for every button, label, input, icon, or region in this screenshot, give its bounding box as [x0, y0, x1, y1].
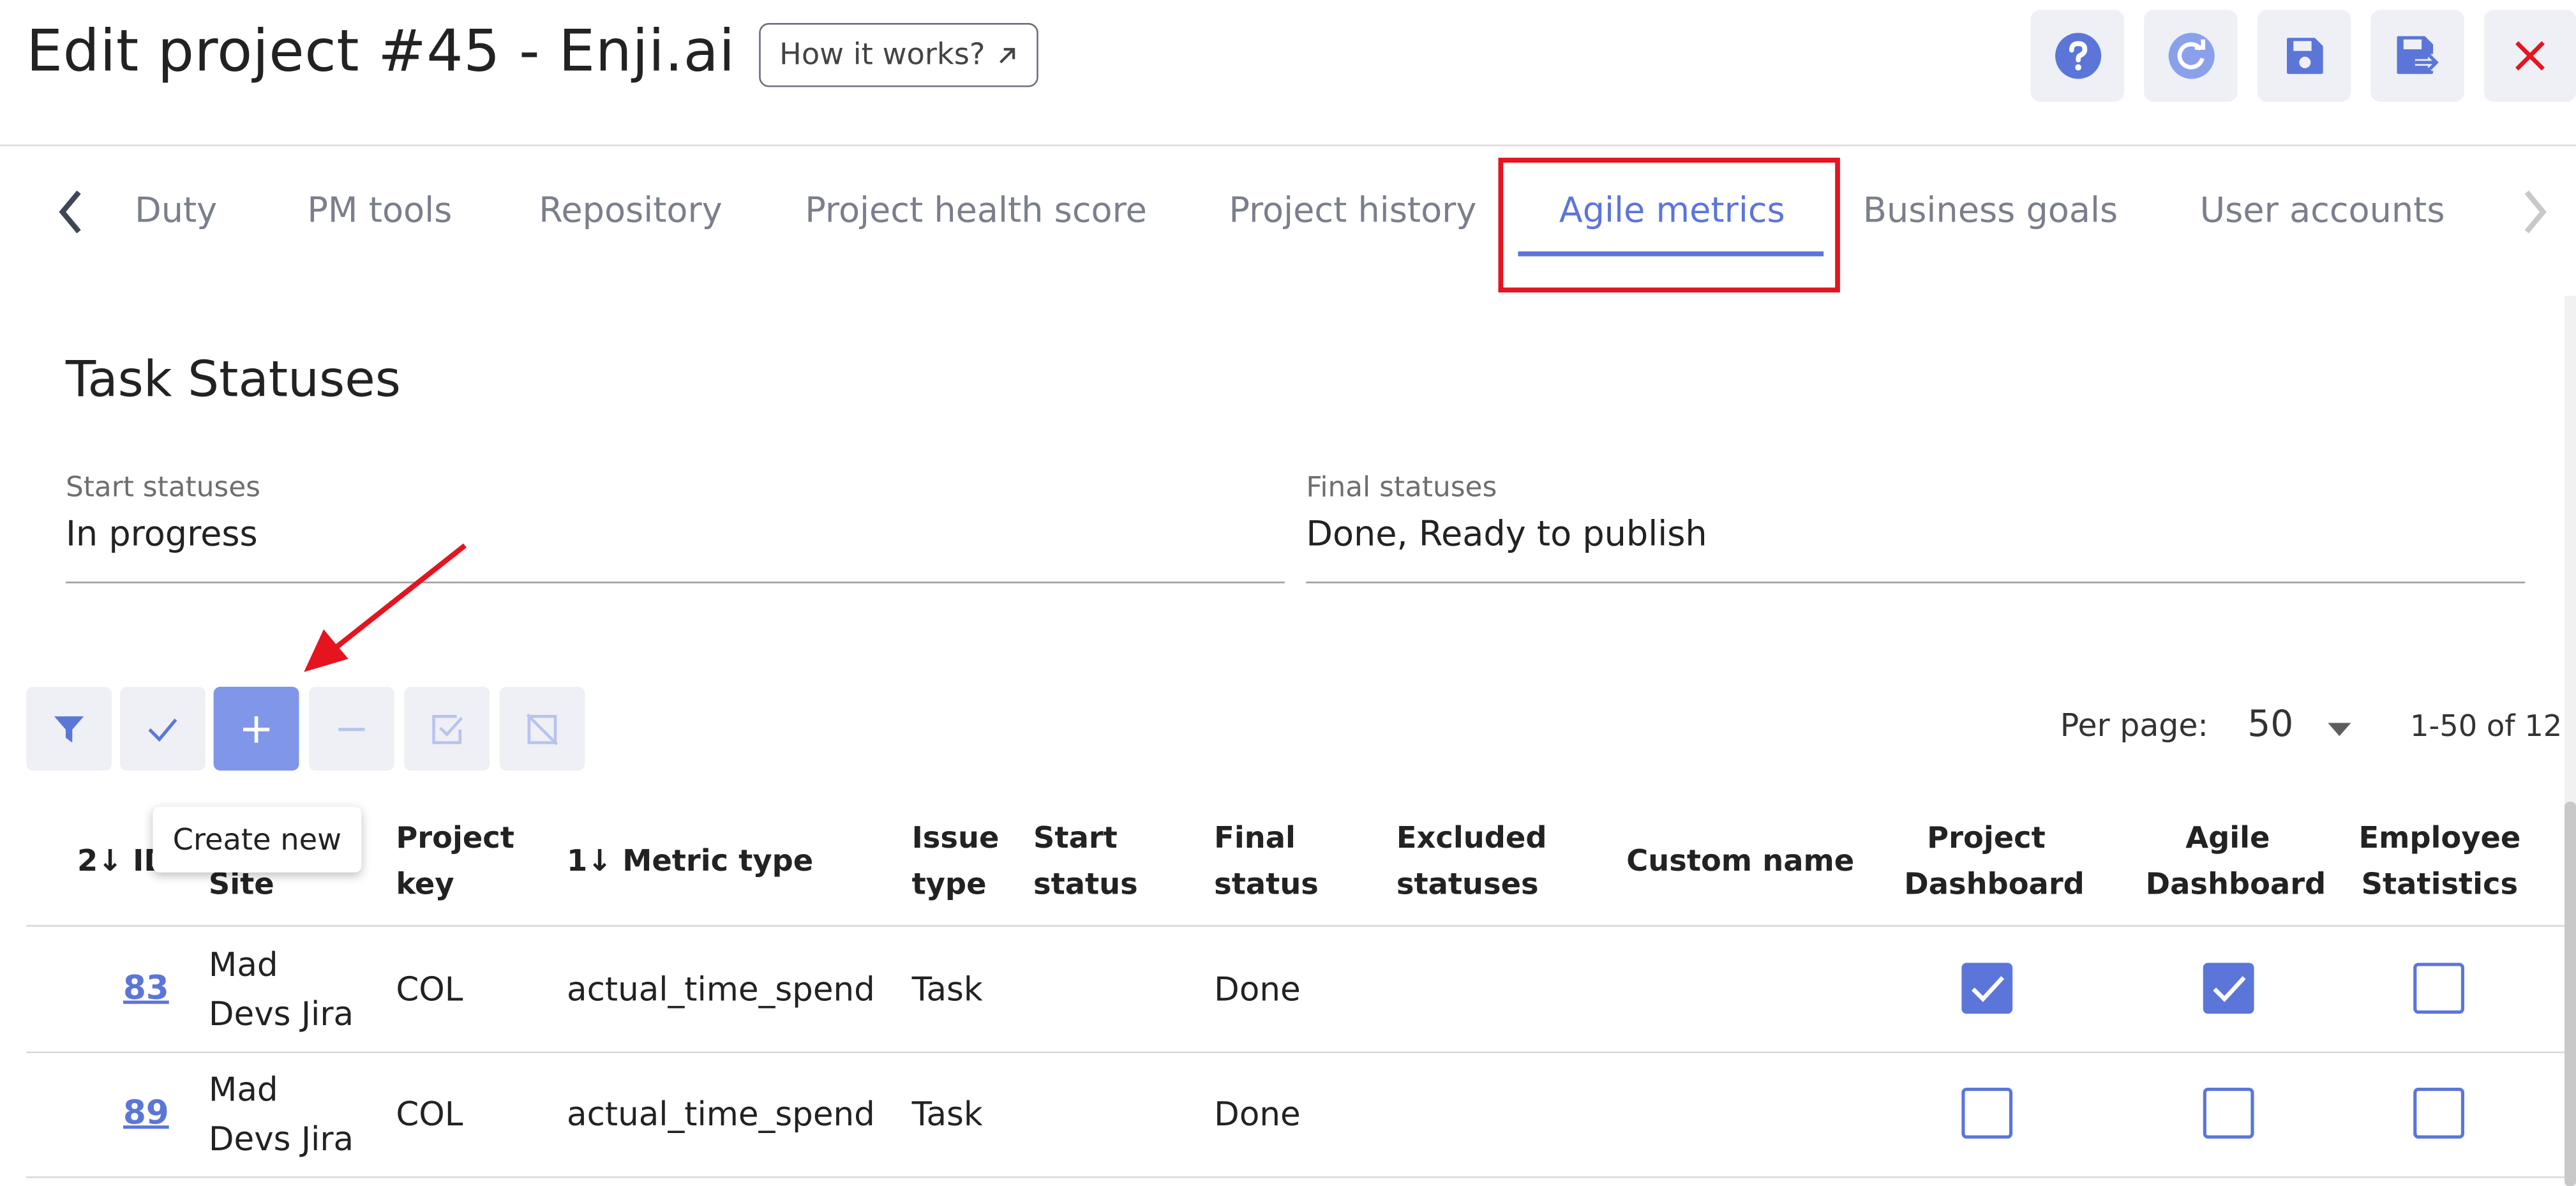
final-statuses-field[interactable]: Done, Ready to publish [1306, 514, 1707, 554]
tab-project-history[interactable]: Project history [1229, 191, 1476, 230]
check-all-icon [432, 714, 463, 744]
close-icon [2515, 41, 2545, 71]
column-header-project-dashboard[interactable]: Project Dashboard [1904, 816, 2085, 908]
per-page-label: Per page: [2060, 708, 2208, 745]
column-header-project-key[interactable]: Project key [396, 816, 514, 908]
checkmark-icon [2212, 975, 2245, 1002]
annotation-highlight-box [1498, 158, 1840, 293]
tab-business-goals[interactable]: Business goals [1863, 191, 2118, 230]
column-header-issue-type[interactable]: Issue type [912, 816, 1000, 908]
refresh-icon [2168, 33, 2214, 79]
filter-button[interactable] [26, 686, 112, 771]
row-metric-type: actual_time_spend [567, 1094, 875, 1134]
column-header-final-status[interactable]: Final status [1214, 816, 1319, 908]
save-icon [2286, 38, 2323, 74]
minus-icon [338, 726, 365, 731]
tab-user-accounts[interactable]: User accounts [2200, 191, 2445, 230]
save-and-exit-icon [2396, 36, 2441, 74]
start-statuses-field[interactable]: In progress [66, 514, 258, 554]
final-statuses-label: Final statuses [1306, 471, 1497, 505]
how-it-works-label: How it works? [779, 38, 985, 73]
tabs-scroll-right-button[interactable] [2510, 187, 2559, 236]
select-button[interactable] [119, 686, 206, 771]
external-link-arrow-icon [999, 47, 1015, 63]
pagination-range: 1-50 of 12 [2410, 709, 2563, 745]
column-header-excluded-statuses[interactable]: Excluded statuses [1397, 816, 1547, 908]
start-statuses-underline [65, 582, 1285, 583]
per-page-select[interactable]: 50 [2247, 705, 2293, 746]
close-button[interactable] [2483, 10, 2576, 102]
refresh-button[interactable] [2144, 10, 2238, 102]
final-statuses-underline [1306, 582, 2526, 583]
row-project-key: COL [396, 969, 463, 1009]
tabs-scroll-left-button[interactable] [46, 187, 95, 236]
project-dashboard-checkbox[interactable] [1961, 1087, 2013, 1139]
table-row[interactable]: 83 Mad Devs Jira COL actual_time_spend Ta… [0, 927, 2565, 1052]
table-row-divider [26, 1176, 2565, 1178]
column-header-custom-name[interactable]: Custom name [1626, 839, 1854, 885]
section-title: Task Statuses [65, 351, 401, 409]
tab-project-health-score[interactable]: Project health score [805, 191, 1147, 230]
header-divider [0, 144, 2576, 147]
column-header-employee-statistics[interactable]: Employee Statistics [2356, 816, 2524, 908]
create-new-button[interactable] [213, 686, 299, 771]
row-issue-type: Task [911, 969, 983, 1009]
filter-icon [54, 715, 84, 742]
agile-dashboard-checkbox[interactable] [2203, 1087, 2254, 1139]
start-statuses-label: Start statuses [65, 471, 260, 505]
row-project-key: COL [396, 1094, 463, 1134]
column-header-agile-dashboard[interactable]: Agile Dashboard [2146, 816, 2326, 908]
uncheck-all-button[interactable] [499, 686, 585, 771]
row-metric-type: actual_time_spend [567, 969, 875, 1009]
annotation-arrow-icon [304, 543, 467, 672]
row-final-status: Done [1214, 1094, 1301, 1134]
help-button[interactable] [2030, 10, 2125, 102]
save-and-exit-button[interactable] [2370, 10, 2464, 102]
plus-icon [243, 715, 270, 742]
save-button[interactable] [2257, 10, 2351, 102]
row-site: Mad Devs Jira [208, 1069, 354, 1159]
row-issue-type: Task [911, 1094, 983, 1134]
check-icon [148, 717, 177, 741]
check-all-button[interactable] [404, 686, 490, 771]
tab-duty[interactable]: Duty [135, 191, 217, 230]
row-final-status: Done [1214, 969, 1301, 1009]
how-it-works-button[interactable]: How it works? [759, 23, 1038, 87]
scrollbar-thumb[interactable] [2565, 802, 2576, 1186]
column-header-start-status[interactable]: Start status [1033, 816, 1138, 908]
project-dashboard-checkbox[interactable] [1961, 963, 2013, 1014]
edit-project-page: Edit project #45 - Enji.ai How it works? [0, 0, 2576, 1186]
chevron-left-icon [59, 190, 81, 234]
chevron-right-icon [2524, 190, 2547, 234]
row-id-link[interactable]: 89 [123, 1093, 169, 1132]
employee-statistics-checkbox[interactable] [2413, 963, 2464, 1014]
delete-button[interactable] [308, 686, 394, 771]
checkmark-icon [1970, 975, 2003, 1002]
employee-statistics-checkbox[interactable] [2413, 1087, 2464, 1139]
row-site: Mad Devs Jira [208, 945, 354, 1034]
create-new-tooltip: Create new [153, 806, 362, 873]
caret-down-icon[interactable] [2328, 723, 2351, 737]
table-row[interactable]: 89 Mad Devs Jira COL actual_time_spend Ta… [0, 1053, 2565, 1178]
column-header-metric-type[interactable]: 1↓ Metric type [567, 839, 813, 885]
page-title: Edit project #45 - Enji.ai [26, 19, 735, 86]
tab-pm-tools[interactable]: PM tools [307, 191, 452, 230]
help-icon [2054, 33, 2100, 79]
uncheck-all-icon [526, 712, 558, 745]
row-id-link[interactable]: 83 [123, 968, 169, 1007]
agile-dashboard-checkbox[interactable] [2203, 963, 2254, 1014]
tab-repository[interactable]: Repository [539, 191, 722, 230]
